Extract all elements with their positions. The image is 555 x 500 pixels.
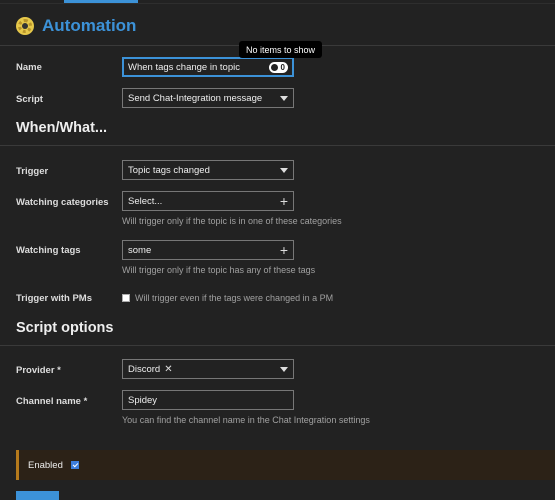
script-select[interactable]: Send Chat-Integration message [122, 88, 294, 108]
toggle-icon[interactable]: 0 [269, 61, 288, 73]
enabled-row: Enabled [16, 450, 555, 480]
provider-value: Discord [128, 363, 161, 375]
plus-icon: + [279, 193, 288, 209]
tooltip: No items to show [239, 41, 323, 58]
watching-categories-select[interactable]: Select... + [122, 191, 294, 211]
update-button[interactable] [16, 491, 59, 500]
section-divider [0, 145, 555, 146]
watching-tags-help: Will trigger only if the topic has any o… [122, 265, 316, 275]
gear-icon [16, 17, 34, 35]
script-label: Script [16, 94, 43, 105]
name-input-value: When tags change in topic [128, 61, 240, 73]
clear-icon[interactable]: ✕ [164, 364, 172, 375]
channel-name-value: Spidey [128, 394, 158, 406]
script-select-value: Send Chat-Integration message [128, 92, 263, 104]
plus-icon: + [279, 242, 288, 258]
watching-tags-label: Watching tags [16, 245, 81, 256]
enabled-checkbox[interactable] [70, 461, 79, 469]
name-label: Name [16, 62, 42, 73]
trigger-pms-label: Trigger with PMs [16, 293, 93, 304]
page-title: Automation [42, 16, 137, 35]
name-input[interactable]: When tags change in topic 0 [122, 57, 294, 77]
top-divider [0, 3, 555, 4]
chevron-down-icon [280, 167, 288, 173]
trigger-pms-checkbox[interactable] [122, 294, 130, 302]
watching-categories-help: Will trigger only if the topic is in one… [122, 216, 342, 226]
channel-name-label: Channel name * [16, 396, 88, 407]
trigger-select-value: Topic tags changed [128, 164, 210, 176]
trigger-select[interactable]: Topic tags changed [122, 160, 294, 180]
when-section-title: When/What... [16, 120, 108, 136]
chevron-down-icon [280, 95, 288, 101]
provider-label: Provider * [16, 365, 61, 376]
trigger-pms-row: Will trigger even if the tags were chang… [122, 293, 333, 303]
channel-name-help: You can find the channel name in the Cha… [122, 415, 370, 425]
watching-categories-value: Select... [128, 195, 163, 207]
chevron-down-icon [280, 366, 288, 372]
section-divider [0, 345, 555, 346]
trigger-label: Trigger [16, 166, 49, 177]
channel-name-input[interactable]: Spidey [122, 390, 294, 410]
watching-tags-value: some [128, 244, 152, 256]
provider-select[interactable]: Discord ✕ [122, 359, 294, 379]
enabled-label: Enabled [28, 459, 63, 471]
page-header: Automation [16, 14, 136, 38]
script-options-title: Script options [16, 320, 114, 336]
watching-tags-select[interactable]: some + [122, 240, 294, 260]
watching-categories-label: Watching categories [16, 197, 109, 208]
trigger-pms-help: Will trigger even if the tags were chang… [135, 293, 334, 303]
